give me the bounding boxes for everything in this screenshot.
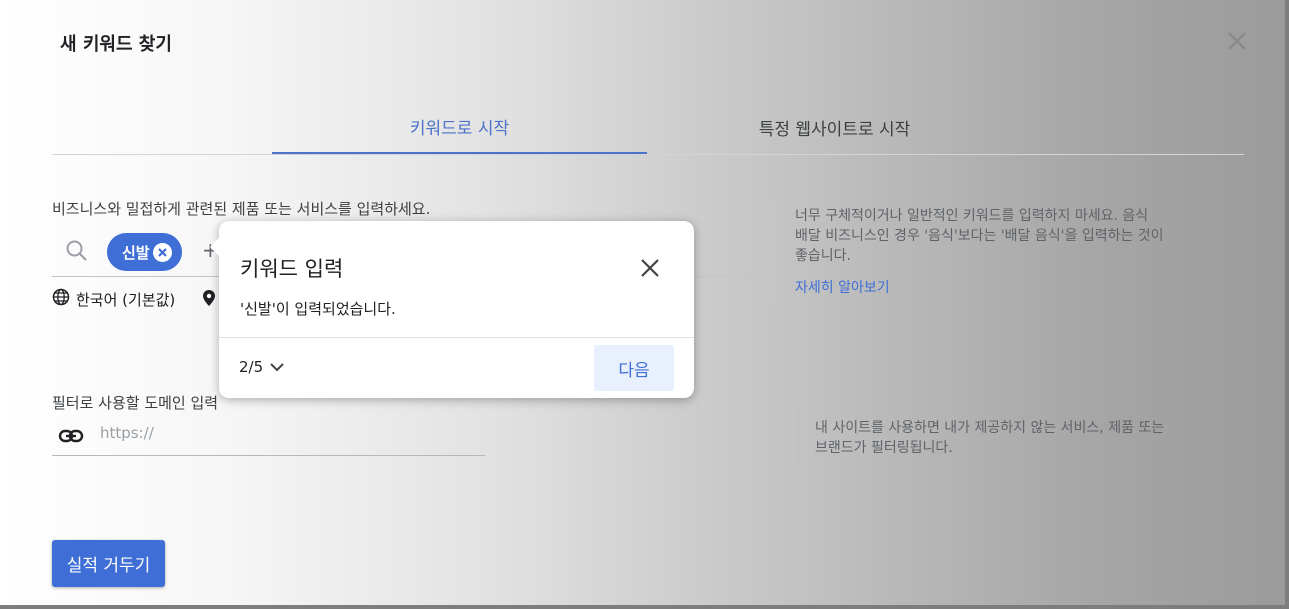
- popover-title: 키워드 입력: [240, 257, 344, 281]
- keyword-chip[interactable]: 신발: [107, 233, 182, 271]
- location-pin-icon[interactable]: [202, 289, 216, 311]
- language-label: 한국어 (기본값): [76, 290, 176, 309]
- side-divider: [774, 196, 775, 307]
- language-setting[interactable]: 한국어 (기본값): [52, 288, 175, 310]
- side-divider: [793, 409, 794, 468]
- chevron-down-icon: [270, 363, 284, 372]
- popover-close-icon[interactable]: [637, 255, 663, 281]
- domain-input[interactable]: [100, 424, 470, 442]
- domain-hint-line-2: 브랜드가 필터링됩니다.: [815, 440, 953, 456]
- step-counter: 2/5: [239, 358, 264, 376]
- tab-start-with-keywords[interactable]: 키워드로 시작: [272, 100, 647, 154]
- popover-body: '신발'이 입력되었습니다.: [240, 300, 396, 318]
- popover-divider: [219, 337, 694, 338]
- close-icon[interactable]: [1224, 28, 1250, 54]
- link-icon: [58, 426, 84, 450]
- learn-more-link[interactable]: 자세히 알아보기: [795, 277, 890, 297]
- chip-remove-icon[interactable]: [152, 243, 172, 262]
- domain-filter-label: 필터로 사용할 도메인 입력: [52, 394, 219, 412]
- keyword-chip-label: 신발: [122, 243, 150, 262]
- popover-arrow: [210, 237, 220, 257]
- onboarding-popover: 키워드 입력 '신발'이 입력되었습니다. 2/5 다음: [210, 221, 694, 398]
- dialog-title: 새 키워드 찾기: [60, 34, 172, 55]
- search-icon: [64, 238, 90, 268]
- keyword-hint-line-3: 좋습니다.: [795, 248, 851, 264]
- keyword-prompt-label: 비즈니스와 밀접하게 관련된 제품 또는 서비스를 입력하세요.: [52, 200, 431, 218]
- domain-field[interactable]: [52, 418, 485, 456]
- tab-bar: 키워드로 시작 특정 웹사이트로 시작: [52, 100, 1244, 155]
- step-selector[interactable]: 2/5: [239, 358, 285, 376]
- next-button[interactable]: 다음: [594, 345, 674, 391]
- globe-icon: [52, 288, 70, 310]
- get-results-button[interactable]: 실적 거두기: [52, 540, 165, 587]
- tab-start-with-website[interactable]: 특정 웹사이트로 시작: [647, 100, 1022, 154]
